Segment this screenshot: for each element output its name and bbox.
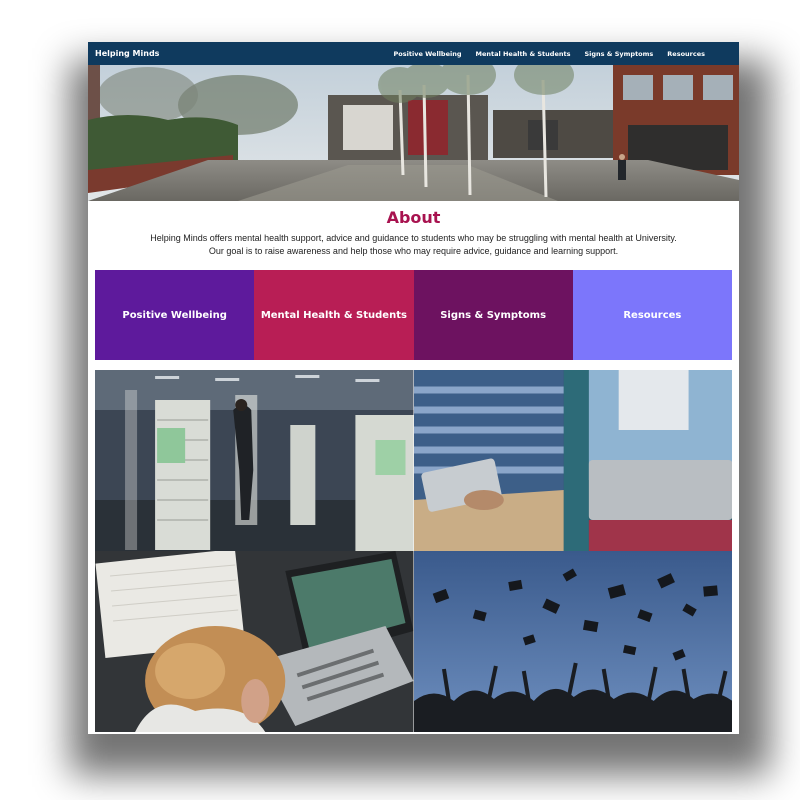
library-image: [95, 370, 414, 551]
tile-resources[interactable]: Resources: [572, 270, 732, 360]
top-navbar: Helping Minds Positive Wellbeing Mental …: [88, 42, 739, 65]
tile-positive-wellbeing[interactable]: Positive Wellbeing: [95, 270, 255, 360]
campus-hero-image: [88, 65, 739, 201]
nav-link-positive-wellbeing[interactable]: Positive Wellbeing: [394, 50, 462, 58]
graduation-photo: [413, 551, 732, 732]
site-brand[interactable]: Helping Minds: [95, 49, 159, 58]
nav-link-mental-health-students[interactable]: Mental Health & Students: [476, 50, 571, 58]
stressed-student-photo: [95, 551, 414, 732]
tile-mental-health-students[interactable]: Mental Health & Students: [254, 270, 414, 360]
nav-link-signs-symptoms[interactable]: Signs & Symptoms: [584, 50, 653, 58]
category-tiles: Positive Wellbeing Mental Health & Stude…: [95, 270, 732, 360]
about-description: Helping Minds offers mental health suppo…: [128, 232, 699, 257]
nav-link-resources[interactable]: Resources: [667, 50, 705, 58]
nav-links: Positive Wellbeing Mental Health & Stude…: [394, 50, 705, 58]
graduation-image: [413, 551, 732, 732]
about-heading: About: [386, 208, 441, 227]
webpage: Helping Minds Positive Wellbeing Mental …: [88, 42, 739, 734]
about-line-1: Helping Minds offers mental health suppo…: [150, 233, 677, 243]
stressed-student-image: [95, 551, 414, 732]
about-line-2: Our goal is to raise awareness and help …: [208, 245, 619, 256]
campus-hero-photo: [88, 65, 739, 201]
students-laptop-image: [413, 370, 732, 551]
library-photo: [95, 370, 414, 551]
students-laptop-photo: [413, 370, 732, 551]
tile-signs-symptoms[interactable]: Signs & Symptoms: [413, 270, 573, 360]
photo-grid: [95, 370, 732, 732]
